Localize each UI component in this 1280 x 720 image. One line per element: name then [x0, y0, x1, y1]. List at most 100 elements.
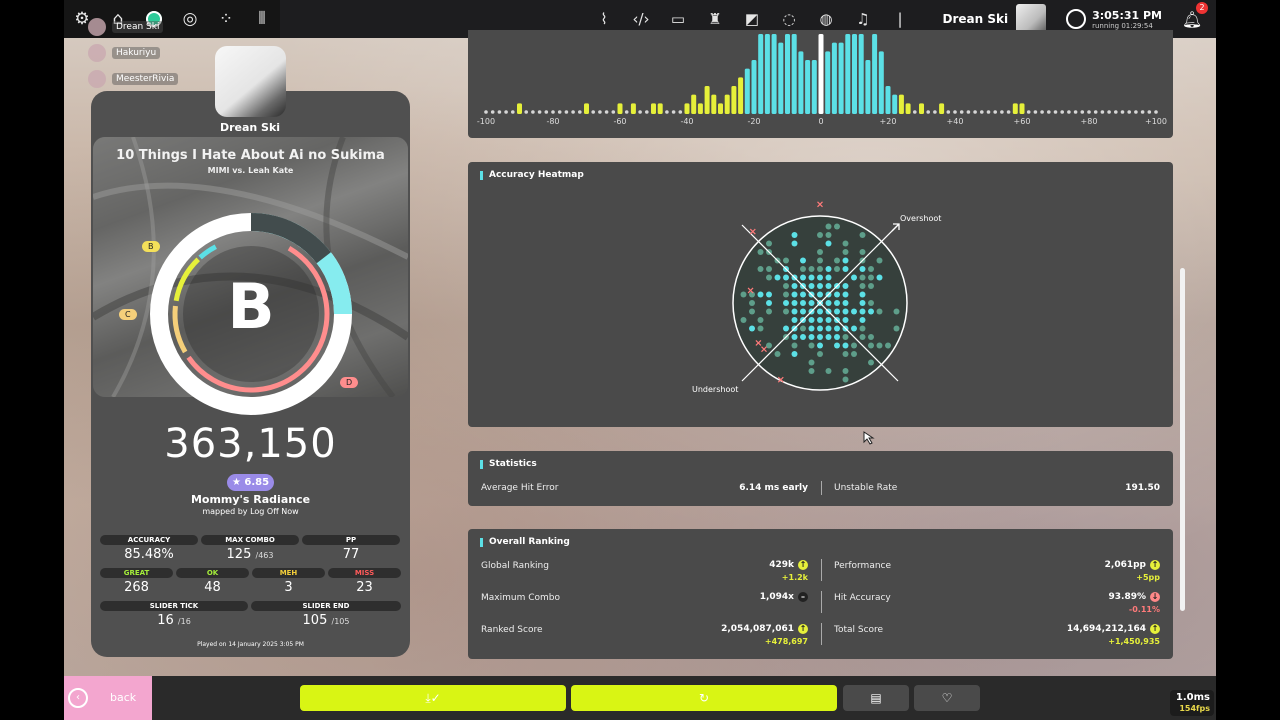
hit-accuracy-value: 93.89% ↓ [1018, 592, 1160, 602]
stat-value: 125 [226, 547, 252, 562]
histogram-dot [557, 110, 562, 114]
histogram-dot [1134, 110, 1138, 114]
histogram-dot [497, 110, 502, 114]
histogram-dot [1047, 110, 1051, 114]
histogram-dot [1127, 110, 1131, 114]
total-score-value: 14,694,212,164 ↑ [1018, 624, 1160, 634]
heatmap-hit [800, 300, 806, 306]
histogram-bar [764, 34, 770, 114]
heatmap-hit [774, 351, 781, 357]
scrollbar[interactable] [1180, 268, 1185, 611]
stat-great-label: GREAT [100, 568, 173, 578]
heatmap-hit [842, 240, 849, 247]
song-artist: MIMI vs. Leah Kate [207, 166, 294, 175]
ruleset-catch-icon[interactable]: ⁘ [208, 0, 244, 38]
stat-accuracy-label: ACCURACY [100, 535, 198, 545]
beatmap-listing-icon[interactable]: ◩ [734, 10, 771, 28]
heatmap-hit [876, 308, 883, 315]
histogram-dot [1053, 110, 1058, 114]
heatmap-hit [800, 257, 806, 264]
heatmap-hit [842, 368, 849, 374]
spectator-name: Drean Ski [112, 21, 164, 33]
left-letterbox [0, 0, 64, 720]
accuracy-heatmap: Overshoot Undershoot [692, 201, 941, 394]
ranking-value: 93.89% [1108, 592, 1147, 602]
heatmap-hit [757, 249, 764, 255]
heatmap-hit [825, 274, 832, 281]
heatmap-hit [876, 342, 883, 349]
heatmap-hit [851, 308, 857, 315]
heatmap-hit [766, 274, 772, 281]
chat-icon[interactable]: ◌ [771, 10, 808, 28]
heatmap-hit [842, 308, 849, 315]
heatmap-hit [749, 308, 755, 315]
stat-combo-value: 125 /463 [201, 547, 299, 562]
heatmap-hit [808, 300, 815, 306]
heatmap-hit [834, 291, 840, 298]
histogram-dot [611, 110, 616, 114]
hit-accuracy-label: Hit Accuracy [834, 593, 891, 603]
heatmap-hit [851, 351, 857, 357]
histogram-dot [1114, 110, 1118, 114]
download-replay-button[interactable]: ⤓✓ [300, 685, 566, 711]
histogram-dot [551, 110, 555, 114]
retry-button[interactable]: ↻ [571, 685, 837, 711]
heatmap-hit [766, 291, 772, 298]
ruleset-taiko-icon[interactable]: ◎ [172, 0, 208, 38]
heatmap-hit [834, 266, 840, 272]
histogram-dot [913, 110, 917, 114]
heatmap-hit [800, 334, 806, 340]
notification-badge: 2 [1196, 1, 1208, 14]
spectator-item: Drean Ski [88, 18, 164, 36]
heatmap-hit [859, 291, 866, 298]
heatmap-hit [868, 283, 874, 289]
heatmap-hit [842, 317, 849, 323]
clock-time: 3:05:31 PM [1092, 8, 1162, 22]
histogram-bar [697, 103, 703, 114]
clock[interactable]: 3:05:31 PM running 01:29:54 [1066, 9, 1162, 30]
beatmap-info-icon: ▤ [870, 691, 882, 705]
histogram-dot [524, 110, 528, 114]
ranked-score-label: Ranked Score [481, 625, 543, 635]
notifications-button[interactable]: 🔔︎ 2 [1180, 1, 1208, 29]
heatmap-hit [842, 334, 849, 340]
code-icon[interactable]: ‹/› [623, 10, 660, 28]
stat-value: 16 [157, 613, 174, 628]
heatmap-hit [808, 317, 815, 323]
frame-time: 1.0ms [1175, 692, 1210, 703]
heatmap-hit [842, 351, 849, 357]
favourite-button[interactable]: ♡ [914, 685, 980, 711]
heatmap-hit [783, 325, 789, 332]
stat-miss-value: 23 [356, 580, 373, 595]
heatmap-hit [757, 317, 764, 323]
histogram-dot [993, 110, 997, 114]
heatmap-hit [825, 334, 832, 340]
news-icon[interactable]: ⌇ [586, 10, 623, 28]
overshoot-label: Overshoot [900, 214, 941, 223]
max-combo-value: 1,094x – [668, 592, 808, 602]
beatmap-info-button[interactable]: ▤ [843, 685, 909, 711]
histogram-bar [778, 42, 784, 114]
histogram-bar [704, 86, 710, 114]
histogram-bar [919, 103, 924, 114]
histogram-dot [1026, 110, 1031, 114]
player-avatar[interactable] [215, 46, 286, 117]
histogram-bar [785, 34, 790, 114]
histogram-bar [852, 34, 857, 114]
histogram-tick-label: -80 [546, 117, 559, 126]
web-globe-icon[interactable]: ◍ [808, 10, 845, 28]
ranking-value: 429k [769, 560, 794, 570]
wiki-icon[interactable]: ▭ [660, 10, 697, 28]
histogram-bar [771, 34, 777, 114]
histogram-dot [980, 110, 984, 114]
player-name: Drean Ski [219, 121, 281, 134]
rankings-icon[interactable]: ♜ [697, 10, 734, 28]
heatmap-hit [749, 325, 755, 332]
ruleset-mania-icon[interactable]: ⦀ [244, 0, 280, 38]
histogram-tick-label: +100 [1145, 117, 1167, 126]
heatmap-hit [817, 342, 823, 349]
histogram-bar [865, 60, 871, 114]
heatmap-hit [842, 283, 849, 289]
heatmap-hit [791, 334, 798, 340]
music-icon[interactable]: ♫ [845, 10, 882, 28]
